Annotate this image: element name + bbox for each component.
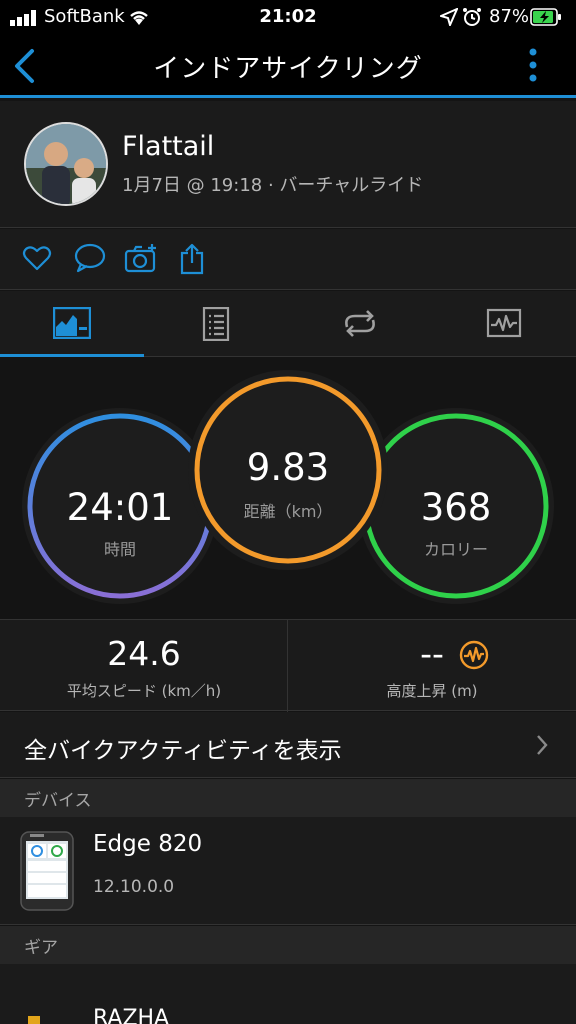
devices-header-label: デバイス <box>24 791 92 811</box>
tab-laps[interactable] <box>288 291 432 357</box>
battery-percent: 87% <box>489 6 530 27</box>
avatar[interactable] <box>24 122 108 206</box>
nav-header: インドアサイクリング <box>0 34 576 98</box>
user-name[interactable]: Flattail <box>122 131 214 162</box>
distance-label: 距離（km） <box>243 502 333 521</box>
elevation-stat: -- 高度上昇 (m) <box>288 620 576 712</box>
action-bar <box>0 229 576 290</box>
gear-item-icon <box>28 1016 40 1024</box>
like-heart-icon[interactable] <box>22 243 52 273</box>
add-photo-icon[interactable] <box>124 243 158 275</box>
gear-header-label: ギア <box>24 938 58 958</box>
tab-details[interactable] <box>144 291 288 357</box>
overview-chart-icon <box>53 307 91 339</box>
summary-circles: 24:01 時間 368 カロリー 9.83 距離（km） <box>0 358 576 618</box>
tab-charts[interactable] <box>432 291 576 357</box>
view-all-bike-activities[interactable]: 全バイクアクティビティを表示 <box>0 712 576 778</box>
activity-owner: Flattail 1月7日 @ 19:18 · バーチャルライド <box>0 101 576 228</box>
avg-speed-stat: 24.6 平均スピード (km／h) <box>0 620 288 712</box>
charts-graph-icon <box>486 308 522 338</box>
view-all-label: 全バイクアクティビティを表示 <box>24 738 342 764</box>
battery-charging-icon <box>530 8 561 26</box>
device-version: 12.10.0.0 <box>93 877 175 897</box>
activity-meta: 1月7日 @ 19:18 · バーチャルライド <box>122 175 424 196</box>
activity-tabs <box>0 291 576 357</box>
device-name: Edge 820 <box>93 831 203 857</box>
more-options-icon[interactable] <box>527 48 539 82</box>
page-title: インドアサイクリング <box>153 54 423 84</box>
laps-loop-icon <box>345 310 375 337</box>
edge-820-device-image <box>20 831 74 911</box>
comment-icon[interactable] <box>74 243 106 273</box>
distance-value: 9.83 <box>246 446 330 489</box>
details-list-icon <box>202 307 230 341</box>
avg-speed-value: 24.6 <box>107 634 181 673</box>
location-icon <box>440 8 458 26</box>
device-row[interactable]: Edge 820 12.10.0.0 <box>0 817 576 925</box>
avg-speed-label: 平均スピード (km／h) <box>66 682 222 700</box>
chevron-right-icon <box>537 735 548 755</box>
gear-name: RAZHA <box>93 1006 170 1024</box>
elevation-info-icon[interactable] <box>458 639 490 671</box>
gear-row[interactable]: RAZHA <box>0 964 576 1024</box>
avatar-photo <box>26 124 106 204</box>
status-bar: SoftBank 21:02 87% <box>0 0 576 34</box>
devices-section-header: デバイス <box>0 779 576 817</box>
alarm-icon <box>463 8 481 26</box>
stats-row: 24.6 平均スピード (km／h) -- 高度上昇 (m) <box>0 619 576 712</box>
distance-ring: 9.83 距離（km） <box>188 370 388 570</box>
gear-section-header: ギア <box>0 926 576 964</box>
tab-overview[interactable] <box>0 291 144 357</box>
share-icon[interactable] <box>180 243 204 275</box>
elevation-value: -- <box>420 634 444 673</box>
elevation-label: 高度上昇 (m) <box>386 682 478 700</box>
